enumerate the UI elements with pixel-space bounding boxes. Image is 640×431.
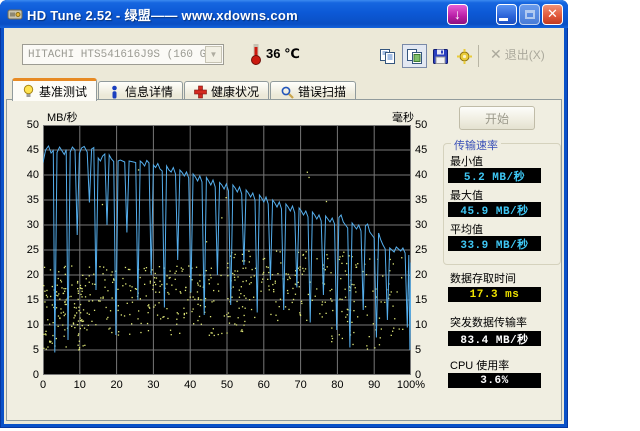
transfer-rate-title: 传输速率 xyxy=(451,137,501,153)
close-icon: ✕ xyxy=(547,6,558,21)
axis-tick: 30 xyxy=(415,219,428,231)
axis-tick: 50 xyxy=(220,379,234,391)
axis-tick: 80 xyxy=(331,379,344,391)
tab-error-scan[interactable]: 错误扫描 xyxy=(270,81,357,101)
exit-button[interactable]: ✕ 退出(X) xyxy=(490,46,545,63)
axis-tick: 20 xyxy=(110,379,123,391)
min-value: 5.2 MB/秒 xyxy=(448,168,541,184)
access-time-label: 数据存取时间 xyxy=(450,273,516,285)
benchmark-panel: MB/秒 毫秒 50 45 40 35 30 25 20 15 10 5 0 50 45 40 35 30 2… xyxy=(6,99,562,421)
axis-tick: 30 xyxy=(26,219,39,231)
save-icon xyxy=(433,48,448,64)
axis-tick: 25 xyxy=(415,244,428,256)
titlebar[interactable]: HD Tune 2.52 - 绿盟—— www.xdowns.com ↓ ✕ xyxy=(0,0,568,28)
tab-bar: 基准测试 信息详情 健康状况 错误扫描 xyxy=(12,78,357,101)
axis-tick: 70 xyxy=(294,379,307,391)
axis-tick: 50 xyxy=(26,119,39,131)
copy-text-button[interactable] xyxy=(375,44,400,68)
tab-info[interactable]: 信息详情 xyxy=(98,81,184,101)
download-arrow-icon: ↓ xyxy=(454,6,461,22)
options-icon xyxy=(457,48,472,64)
axis-tick: 45 xyxy=(26,144,39,156)
axis-tick: 25 xyxy=(26,244,39,256)
axis-tick: 5 xyxy=(32,344,39,356)
temperature-value: 36 ℃ xyxy=(266,46,300,61)
drive-select[interactable]: HITACHI HTS541616J9S (160 GB) ▼ xyxy=(22,44,224,65)
maximize-icon xyxy=(524,9,535,19)
cpu-usage-label: CPU 使用率 xyxy=(450,360,510,372)
axis-tick: 50 xyxy=(415,119,428,131)
avg-value: 33.9 MB/秒 xyxy=(448,236,541,252)
y-axis-left-ticks: 50 45 40 35 30 25 20 15 10 5 0 xyxy=(7,119,39,381)
thermometer-icon xyxy=(250,40,262,71)
access-time-value: 17.3 ms xyxy=(448,287,541,302)
health-cross-icon xyxy=(194,85,207,98)
tab-benchmark[interactable]: 基准测试 xyxy=(12,78,98,101)
desktop: HD Tune 2.52 - 绿盟—— www.xdowns.com ↓ ✕ H… xyxy=(0,0,640,431)
left-axis-unit: MB/秒 xyxy=(47,112,78,124)
axis-tick: 35 xyxy=(415,194,428,206)
start-button[interactable]: 开始 xyxy=(459,106,535,130)
x-axis-ticks: 0 10 20 30 40 50 60 70 80 90 100% xyxy=(39,379,425,393)
copy-image-icon xyxy=(407,48,422,64)
magnifier-icon xyxy=(281,86,294,99)
axis-tick: 20 xyxy=(415,269,428,281)
axis-tick: 10 xyxy=(73,379,86,391)
window-body: HITACHI HTS541616J9S (160 GB) ▼ 36 ℃ ✕ 退… xyxy=(4,28,564,424)
copy-icon xyxy=(380,48,395,64)
max-value: 45.9 MB/秒 xyxy=(448,202,541,218)
copy-image-button[interactable] xyxy=(402,44,427,68)
info-icon xyxy=(112,85,117,98)
close-button[interactable]: ✕ xyxy=(542,3,563,25)
axis-tick: 60 xyxy=(257,379,270,391)
drive-select-value: HITACHI HTS541616J9S (160 GB) xyxy=(28,48,205,61)
tab-benchmark-label: 基准测试 xyxy=(39,84,88,99)
axis-tick: 10 xyxy=(26,319,39,331)
burst-rate-label: 突发数据传输率 xyxy=(450,317,527,329)
burst-rate-value: 83.4 MB/秒 xyxy=(448,331,541,347)
axis-tick: 15 xyxy=(26,294,39,306)
exit-icon: ✕ xyxy=(490,46,502,62)
tab-health[interactable]: 健康状况 xyxy=(184,81,270,101)
axis-tick: 10 xyxy=(415,319,428,331)
axis-tick: 35 xyxy=(26,194,39,206)
axis-tick: 90 xyxy=(368,379,381,391)
tab-health-label: 健康状况 xyxy=(211,85,260,99)
save-button[interactable] xyxy=(428,44,453,68)
y-axis-right-ticks: 50 45 40 35 30 25 20 15 10 5 0 xyxy=(415,119,445,381)
tab-info-label: 信息详情 xyxy=(125,85,174,99)
options-button[interactable] xyxy=(452,44,477,68)
axis-tick: 20 xyxy=(26,269,39,281)
tab-error-scan-label: 错误扫描 xyxy=(298,85,347,99)
exit-label: 退出(X) xyxy=(504,48,545,62)
app-window: HD Tune 2.52 - 绿盟—— www.xdowns.com ↓ ✕ H… xyxy=(0,0,568,428)
maximize-button[interactable] xyxy=(519,3,540,25)
axis-tick: 40 xyxy=(26,169,39,181)
app-icon xyxy=(7,6,23,22)
combo-dropdown-icon: ▼ xyxy=(205,46,222,63)
minimize-button[interactable] xyxy=(496,3,517,25)
axis-tick: 45 xyxy=(415,144,428,156)
window-title: HD Tune 2.52 - 绿盟—— www.xdowns.com xyxy=(27,7,298,23)
axis-tick: 0 xyxy=(32,369,39,381)
bulb-icon xyxy=(23,84,34,97)
right-axis-unit: 毫秒 xyxy=(392,112,414,124)
axis-tick: 100% xyxy=(396,379,426,391)
axis-tick: 30 xyxy=(147,379,160,391)
axis-tick: 15 xyxy=(415,294,428,306)
download-button[interactable]: ↓ xyxy=(447,3,468,25)
axis-tick: 5 xyxy=(415,344,422,356)
axis-tick: 0 xyxy=(39,379,47,391)
minimize-icon xyxy=(499,18,508,21)
axis-tick: 40 xyxy=(415,169,428,181)
axis-tick: 40 xyxy=(184,379,197,391)
benchmark-chart xyxy=(43,125,411,375)
toolbar-separator xyxy=(478,45,479,67)
cpu-usage-value: 3.6% xyxy=(448,373,541,388)
